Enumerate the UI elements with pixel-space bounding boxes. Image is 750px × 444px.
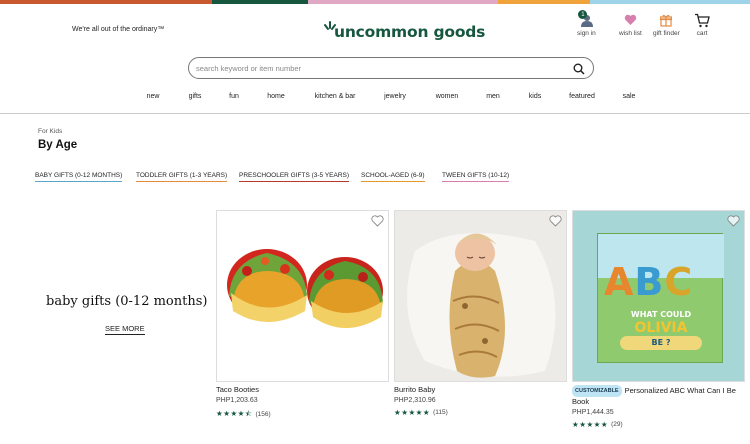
product-image[interactable] <box>216 210 389 382</box>
nav-item-sale[interactable]: sale <box>623 93 636 100</box>
book-name: OLIVIA <box>634 320 688 336</box>
cart-label: cart <box>696 30 708 37</box>
gift-icon <box>660 12 673 28</box>
breadcrumb[interactable]: For Kids <box>38 128 62 135</box>
wishlist-heart-icon[interactable] <box>371 214 384 232</box>
strip-segment <box>0 0 212 4</box>
product-rating: ★★★★★ (29) <box>572 420 745 429</box>
wish-list-label: wish list <box>619 30 642 37</box>
review-count[interactable]: (156) <box>256 411 271 418</box>
header-divider <box>0 113 750 114</box>
nav-item-women[interactable]: women <box>436 93 459 100</box>
tab-tween-gifts[interactable]: TWEEN GIFTS (10-12) <box>442 172 510 182</box>
nav-item-featured[interactable]: featured <box>569 93 595 100</box>
tab-toddler-gifts[interactable]: TODDLER GIFTS (1-3 YEARS) <box>136 172 228 182</box>
logo-text: uncommon goods <box>334 23 486 41</box>
nav-item-kitchen-bar[interactable]: kitchen & bar <box>315 93 356 100</box>
nav-item-home[interactable]: home <box>267 93 285 100</box>
tab-preschooler-gifts[interactable]: PRESCHOOLER GIFTS (3-5 YEARS) <box>239 172 350 182</box>
sign-in-label: sign in <box>577 30 596 37</box>
product-name[interactable]: Burrito Baby <box>394 385 567 395</box>
book-cover: ABC WHAT COULD OLIVIA BE ? <box>597 233 724 363</box>
burrito-baby-photo <box>395 211 566 381</box>
star-rating-icon: ★★★★★ <box>394 408 431 417</box>
taco-booties-photo <box>217 211 388 381</box>
site-logo[interactable]: uncommon goods <box>322 18 485 42</box>
main-nav: new gifts fun home kitchen & bar jewelry… <box>0 93 750 103</box>
book-letters: ABC <box>604 260 694 304</box>
nav-item-gifts[interactable]: gifts <box>189 93 202 100</box>
section-title: baby gifts (0-12 months) <box>46 294 208 309</box>
product-rating: ★★★★⯪ (156) <box>216 408 389 421</box>
strip-segment <box>590 0 750 4</box>
book-title-line1: WHAT COULD <box>630 310 692 319</box>
customizable-badge: CUSTOMIZABLE <box>572 385 622 397</box>
tagline: We're all out of the ordinary™ <box>72 26 165 33</box>
cart-icon <box>694 12 710 28</box>
nav-item-men[interactable]: men <box>486 93 500 100</box>
star-rating-icon: ★★★★⯪ <box>216 409 253 418</box>
user-icon: 1 <box>578 10 594 28</box>
search-input[interactable] <box>196 58 556 79</box>
cart-link[interactable]: cart <box>694 12 710 37</box>
product-card[interactable]: Burrito Baby PHP2,310.96 ★★★★★ (115) <box>394 210 567 417</box>
review-count[interactable]: (29) <box>611 421 623 428</box>
book-title-line2: BE ? <box>651 338 671 347</box>
wishlist-heart-icon[interactable] <box>727 214 740 232</box>
product-card[interactable]: Taco Booties PHP1,203.63 ★★★★⯪ (156) <box>216 210 389 421</box>
product-image[interactable]: ABC WHAT COULD OLIVIA BE ? <box>572 210 745 382</box>
product-price: PHP2,310.96 <box>394 397 436 404</box>
tab-baby-gifts[interactable]: BABY GIFTS (0-12 MONTHS) <box>35 172 123 182</box>
brand-color-strip <box>0 0 750 4</box>
nav-item-fun[interactable]: fun <box>229 93 239 100</box>
tab-school-aged[interactable]: SCHOOL-AGED (6-9) <box>361 172 425 182</box>
search-icon[interactable] <box>573 62 585 80</box>
logo-sprig-icon <box>322 20 338 42</box>
nav-item-jewelry[interactable]: jewelry <box>384 93 406 100</box>
nav-item-new[interactable]: new <box>147 93 160 100</box>
product-card[interactable]: ABC WHAT COULD OLIVIA BE ? CUSTOMIZABLE P… <box>572 210 745 429</box>
product-price: PHP1,203.63 <box>216 397 258 404</box>
search-bar <box>188 57 594 79</box>
see-more-link[interactable]: SEE MORE <box>105 324 145 335</box>
page-title: By Age <box>38 139 78 151</box>
product-name[interactable]: Taco Booties <box>216 385 389 395</box>
star-rating-icon: ★★★★★ <box>572 420 609 429</box>
strip-segment <box>212 0 308 4</box>
wish-list-link[interactable]: wish list <box>619 12 642 37</box>
heart-icon <box>624 12 637 28</box>
product-price: PHP1,444.35 <box>572 409 614 416</box>
product-rating: ★★★★★ (115) <box>394 408 567 417</box>
gift-finder-link[interactable]: gift finder <box>653 12 680 37</box>
strip-segment <box>308 0 498 4</box>
gift-finder-label: gift finder <box>653 30 680 37</box>
strip-segment <box>498 0 590 4</box>
product-name-row[interactable]: CUSTOMIZABLE Personalized ABC What Can I … <box>572 385 745 407</box>
wishlist-heart-icon[interactable] <box>549 214 562 232</box>
product-image[interactable] <box>394 210 567 382</box>
nav-item-kids[interactable]: kids <box>529 93 541 100</box>
review-count[interactable]: (115) <box>433 409 448 416</box>
sign-in-link[interactable]: 1 sign in <box>577 10 596 37</box>
